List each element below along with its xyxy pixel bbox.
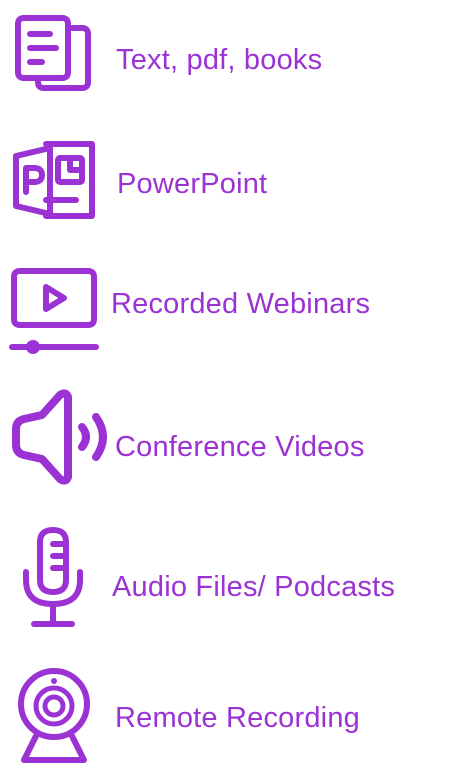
document-icon [15, 15, 91, 91]
webcam-icon [18, 668, 90, 763]
item-label-recorded-webinars: Recorded Webinars [111, 288, 371, 320]
video-monitor-icon [9, 268, 99, 354]
item-label-text-pdf-books: Text, pdf, books [116, 44, 323, 76]
powerpoint-icon [13, 141, 95, 219]
list-item-audio-files-podcasts: Audio Files/ Podcasts [0, 520, 465, 627]
item-label-audio-files-podcasts: Audio Files/ Podcasts [112, 571, 396, 603]
list-item-powerpoint: PowerPoint [0, 128, 465, 228]
list-item-remote-recording: Remote Recording [0, 654, 465, 763]
list-item-conference-videos: Conference Videos [0, 385, 465, 485]
speaker-icon [12, 389, 107, 485]
item-label-conference-videos: Conference Videos [115, 431, 365, 463]
list-item-recorded-webinars: Recorded Webinars [0, 257, 465, 357]
item-label-remote-recording: Remote Recording [115, 702, 360, 734]
item-label-powerpoint: PowerPoint [117, 168, 268, 200]
list-item-text-pdf-books: Text, pdf, books [0, 0, 465, 100]
microphone-icon [23, 527, 83, 627]
